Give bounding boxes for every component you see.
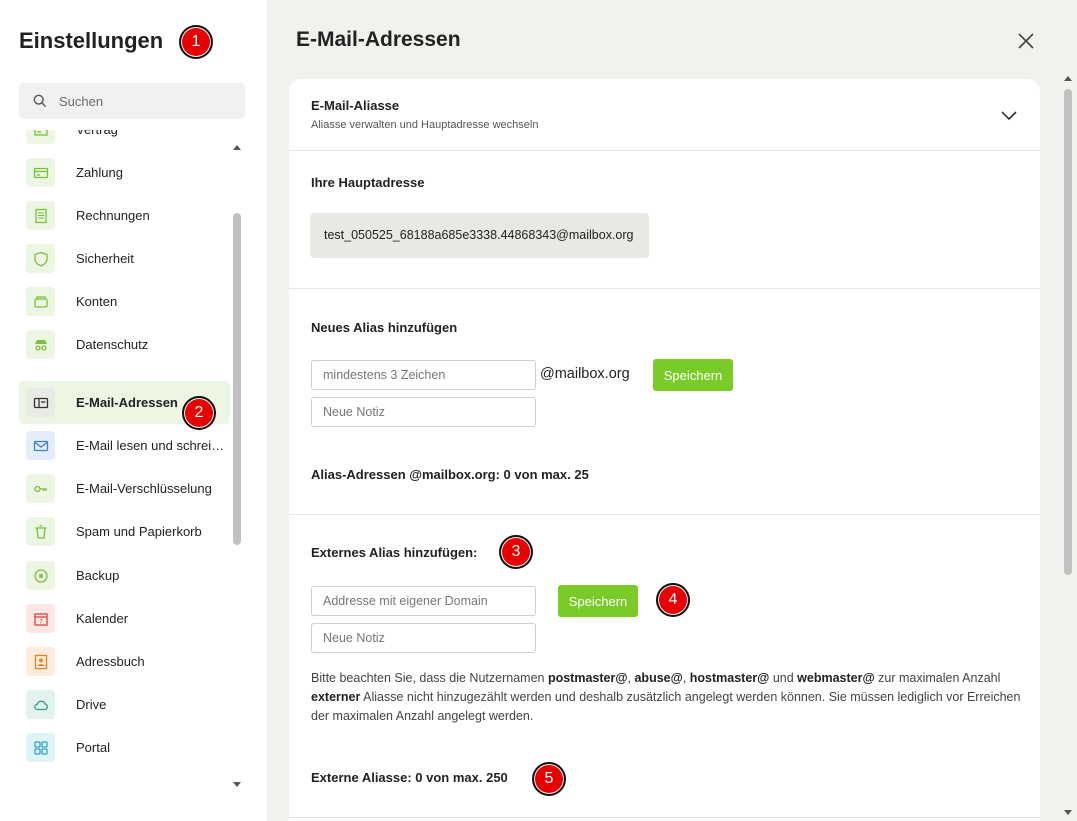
- sidebar-item-vertrag[interactable]: Vertrag: [19, 130, 230, 151]
- scroll-up-arrow-icon[interactable]: [1064, 76, 1072, 81]
- email-aliases-card: E-Mail-Aliasse Aliasse verwalten und Hau…: [289, 79, 1040, 821]
- sidebar-item-label: Drive: [76, 697, 107, 712]
- trash-icon: [26, 517, 55, 546]
- alias-note-input[interactable]: [311, 397, 536, 427]
- new-alias-title: Neues Alias hinzufügen: [311, 320, 458, 335]
- sidebar-item-label: Vertrag: [76, 130, 118, 137]
- page-title: E-Mail-Adressen: [296, 28, 461, 51]
- scroll-down-arrow-icon[interactable]: [1064, 810, 1072, 815]
- search-icon: [33, 94, 47, 108]
- settings-sidebar: Einstellungen Vertrag Zahlung Rechnungen Si…: [0, 0, 267, 821]
- external-note-input[interactable]: [311, 623, 536, 653]
- primary-address-value: test_050525_68188a685e3338.44868343@mail…: [310, 213, 649, 258]
- sidebar-item-label: Spam und Papierkorb: [76, 524, 202, 539]
- sidebar-item-zahlung[interactable]: Zahlung: [19, 151, 230, 194]
- sidebar-item-label: E-Mail-Verschlüsselung: [76, 481, 212, 496]
- incognito-icon: [26, 330, 55, 359]
- sidebar-item-label: Rechnungen: [76, 208, 150, 223]
- envelope-icon: [26, 431, 55, 460]
- contract-icon: [26, 130, 55, 144]
- divider: [289, 514, 1040, 515]
- annotation-marker: 1: [179, 25, 213, 59]
- annotation-marker: 2: [182, 396, 216, 430]
- sidebar-item-label: Zahlung: [76, 165, 123, 180]
- sidebar-scroll-thumb[interactable]: [233, 213, 241, 545]
- external-address-input[interactable]: [311, 586, 536, 616]
- sidebar-item-e-mail-lesen-und-schreiben[interactable]: E-Mail lesen und schreiben: [19, 424, 230, 467]
- scroll-up-arrow-icon[interactable]: [233, 145, 241, 150]
- chevron-down-icon[interactable]: [1000, 106, 1018, 124]
- close-icon[interactable]: [1015, 30, 1037, 52]
- search-box[interactable]: [19, 83, 245, 119]
- sidebar-item-drive[interactable]: Drive: [19, 683, 230, 726]
- sidebar-item-spam-und-papierkorb[interactable]: Spam und Papierkorb: [19, 510, 230, 553]
- grid-icon: [26, 733, 55, 762]
- sidebar-item-label: Adressbuch: [76, 654, 145, 669]
- annotation-marker: 3: [499, 535, 533, 569]
- credit-card-icon: [26, 158, 55, 187]
- sidebar-item-label: E-Mail lesen und schreiben: [76, 438, 228, 453]
- sidebar-title: Einstellungen: [19, 28, 164, 53]
- scroll-down-arrow-icon[interactable]: [233, 782, 241, 787]
- external-alias-info-text: Bitte beachten Sie, dass die Nutzernamen…: [311, 671, 1021, 723]
- external-alias-title: Externes Alias hinzufügen:: [311, 545, 478, 560]
- main-panel: E-Mail-Adressen E-Mail-Aliasse Aliasse v…: [267, 0, 1077, 821]
- save-alias-button[interactable]: Speichern: [653, 359, 733, 391]
- sidebar-item-portal[interactable]: Portal: [19, 726, 230, 769]
- annotation-marker: 5: [532, 762, 566, 796]
- accounts-icon: [26, 287, 55, 316]
- main-scrollbar[interactable]: [1061, 72, 1075, 821]
- divider: [289, 817, 1040, 818]
- sidebar-item-label: E-Mail-Adressen: [76, 395, 178, 410]
- aliases-section-header[interactable]: E-Mail-Aliasse Aliasse verwalten und Hau…: [289, 79, 1040, 151]
- sidebar-item-datenschutz[interactable]: Datenschutz: [19, 323, 230, 366]
- address-book-icon: [26, 647, 55, 676]
- main-scroll-thumb[interactable]: [1064, 89, 1072, 575]
- sidebar-item-backup[interactable]: Backup: [19, 554, 230, 597]
- alias-count: Alias-Adressen @mailbox.org: 0 von max. …: [311, 467, 589, 482]
- sidebar-item-adressbuch[interactable]: Adressbuch: [19, 640, 230, 683]
- sidebar-item-label: Datenschutz: [76, 337, 149, 352]
- primary-address-title: Ihre Hauptadresse: [311, 175, 425, 190]
- alias-domain-label: @mailbox.org: [540, 366, 630, 382]
- sidebar-item-konten[interactable]: Konten: [19, 280, 230, 323]
- search-input[interactable]: [59, 83, 239, 119]
- section-title: E-Mail-Aliasse: [311, 98, 400, 113]
- invoice-icon: [26, 201, 55, 230]
- sidebar-scrollbar[interactable]: [231, 142, 243, 794]
- annotation-marker: 4: [656, 583, 690, 617]
- save-external-alias-button[interactable]: Speichern: [558, 585, 638, 617]
- external-alias-count: Externe Aliasse: 0 von max. 250: [311, 770, 508, 785]
- alias-name-input[interactable]: [311, 360, 536, 390]
- cloud-icon: [26, 690, 55, 719]
- sidebar-item-kalender[interactable]: 7 Kalender: [19, 597, 230, 640]
- section-subtitle: Aliasse verwalten und Hauptadresse wechs…: [311, 119, 539, 131]
- calendar-icon: 7: [26, 604, 55, 633]
- sidebar-item-sicherheit[interactable]: Sicherheit: [19, 237, 230, 280]
- sidebar-item-label: Backup: [76, 568, 120, 583]
- address-card-icon: [26, 388, 55, 417]
- sidebar-item-label: Portal: [76, 740, 110, 755]
- sidebar-item-label: Konten: [76, 294, 118, 309]
- sidebar-item-label: Kalender: [76, 611, 129, 626]
- sidebar-item-e-mail-verschlüsselung[interactable]: E-Mail-Verschlüsselung: [19, 467, 230, 510]
- divider: [289, 288, 1040, 289]
- key-icon: [26, 474, 55, 503]
- shield-icon: [26, 244, 55, 273]
- backup-icon: [26, 561, 55, 590]
- sidebar-item-rechnungen[interactable]: Rechnungen: [19, 194, 230, 237]
- sidebar-item-label: Sicherheit: [76, 251, 134, 266]
- sidebar-nav: Vertrag Zahlung Rechnungen Sicherheit Konten…: [0, 130, 232, 796]
